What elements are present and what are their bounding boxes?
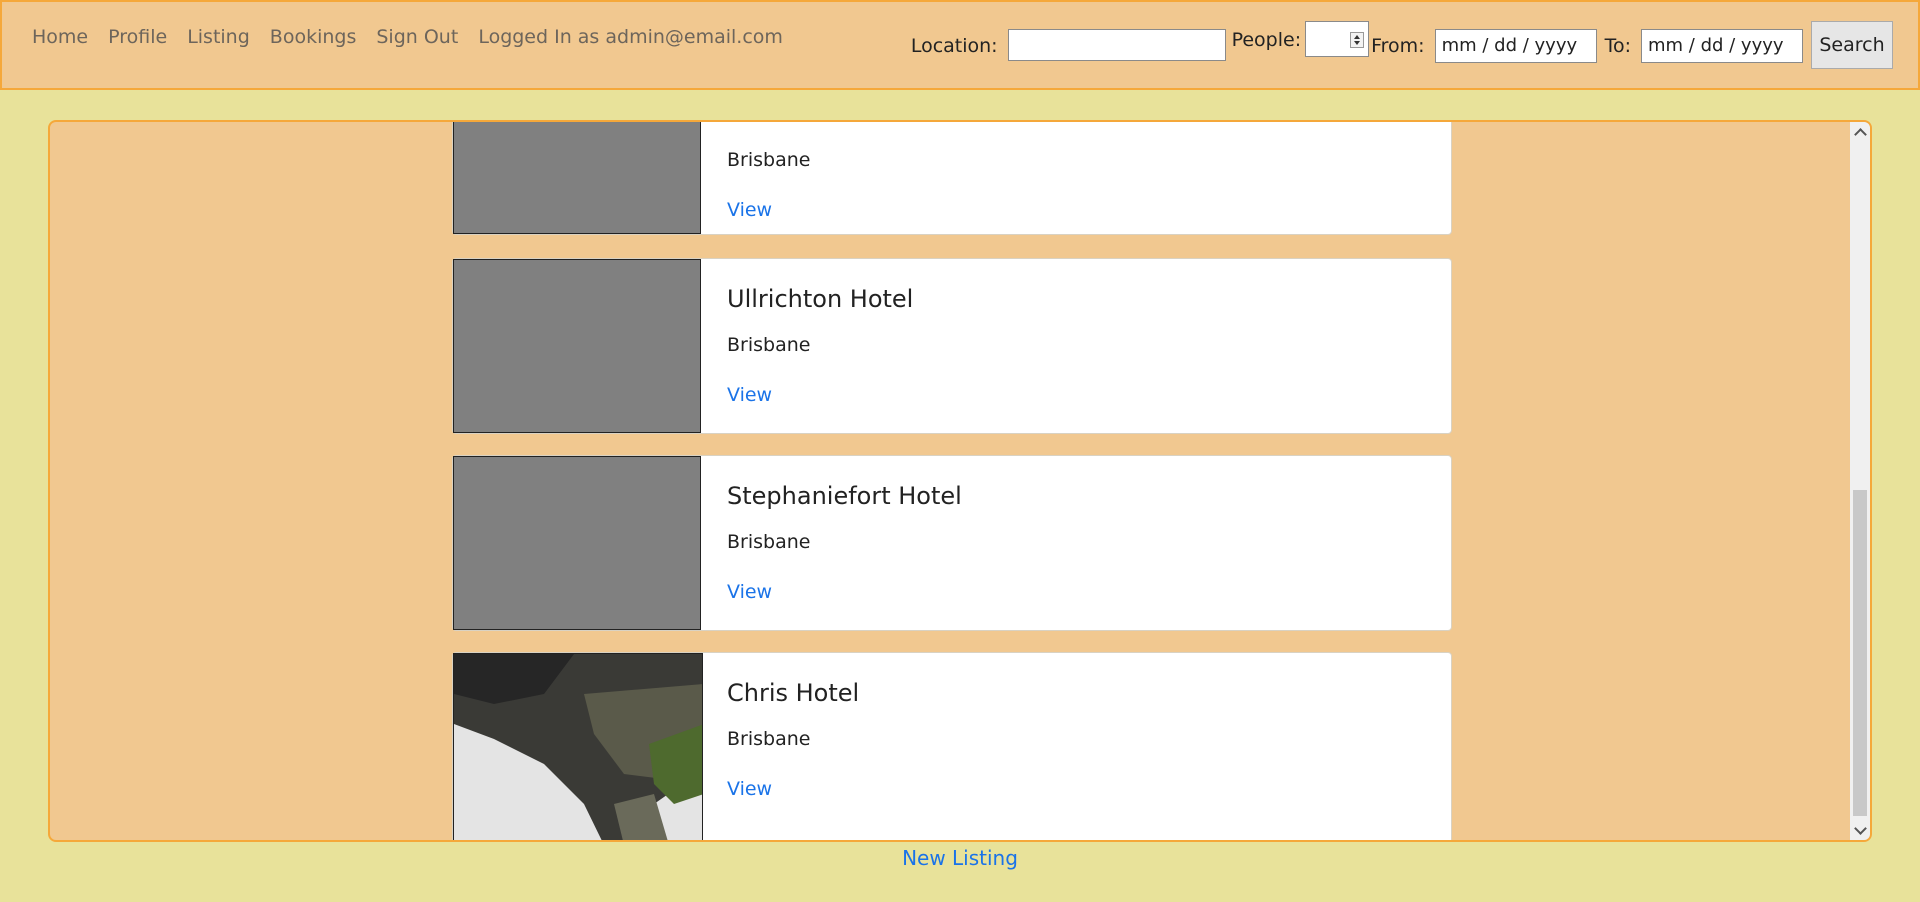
top-navbar: Home Profile Listing Bookings Sign Out L… xyxy=(0,0,1920,90)
listing-card: Chris Hotel Brisbane View xyxy=(452,652,1452,840)
listing-view-link[interactable]: View xyxy=(727,384,772,406)
scroll-down-arrow-icon[interactable] xyxy=(1850,820,1870,840)
listing-image-placeholder xyxy=(453,122,701,234)
listings-scroll-area[interactable]: Brisbane View Ullrichton Hotel Brisbane … xyxy=(50,122,1850,840)
new-listing-link[interactable]: New Listing xyxy=(902,846,1018,870)
people-number-input[interactable] xyxy=(1305,21,1370,57)
listing-location: Brisbane xyxy=(727,728,811,750)
listing-view-link[interactable]: View xyxy=(727,778,772,800)
nav-profile-link[interactable]: Profile xyxy=(108,26,167,48)
listing-card: Brisbane View xyxy=(452,122,1452,235)
listing-title: Stephaniefort Hotel xyxy=(727,482,962,510)
listing-view-link[interactable]: View xyxy=(727,199,772,221)
location-input[interactable] xyxy=(1007,29,1226,61)
people-label: People: xyxy=(1231,29,1302,51)
location-label: Location: xyxy=(910,35,998,57)
nav-home-link[interactable]: Home xyxy=(32,26,88,48)
scroll-up-arrow-icon[interactable] xyxy=(1850,122,1870,142)
logged-in-user-text: Logged In as admin@email.com xyxy=(478,26,783,48)
listings-scrollbar[interactable] xyxy=(1850,122,1870,840)
from-date-input[interactable]: mm / dd / yyyy xyxy=(1434,29,1597,63)
listing-card: Stephaniefort Hotel Brisbane View xyxy=(452,455,1452,631)
nav-bookings-link[interactable]: Bookings xyxy=(270,26,357,48)
listing-location: Brisbane xyxy=(727,531,811,553)
nav-links: Home Profile Listing Bookings Sign Out L… xyxy=(32,26,783,48)
listing-title: Ullrichton Hotel xyxy=(727,285,914,313)
listing-view-link[interactable]: View xyxy=(727,581,772,603)
search-button[interactable]: Search xyxy=(1811,21,1893,69)
to-label: To: xyxy=(1604,35,1631,57)
listing-photo xyxy=(453,653,703,840)
listing-location: Brisbane xyxy=(727,334,811,356)
listing-title: Chris Hotel xyxy=(727,679,860,707)
listing-card: Ullrichton Hotel Brisbane View xyxy=(452,258,1452,434)
from-label: From: xyxy=(1371,35,1425,57)
listing-location: Brisbane xyxy=(727,149,811,171)
new-listing-container: New Listing xyxy=(0,846,1920,870)
nav-sign-out-link[interactable]: Sign Out xyxy=(376,26,458,48)
cliff-photo-icon xyxy=(454,654,702,840)
listing-image-placeholder xyxy=(453,456,701,630)
spinner-icon[interactable] xyxy=(1350,32,1365,48)
to-date-input[interactable]: mm / dd / yyyy xyxy=(1641,29,1803,63)
listings-panel: Brisbane View Ullrichton Hotel Brisbane … xyxy=(48,120,1872,842)
listing-image-placeholder xyxy=(453,259,701,433)
scrollbar-thumb[interactable] xyxy=(1853,490,1867,816)
nav-listing-link[interactable]: Listing xyxy=(187,26,250,48)
search-form: Location: People: From: mm / dd / yyyy T… xyxy=(911,21,1893,69)
